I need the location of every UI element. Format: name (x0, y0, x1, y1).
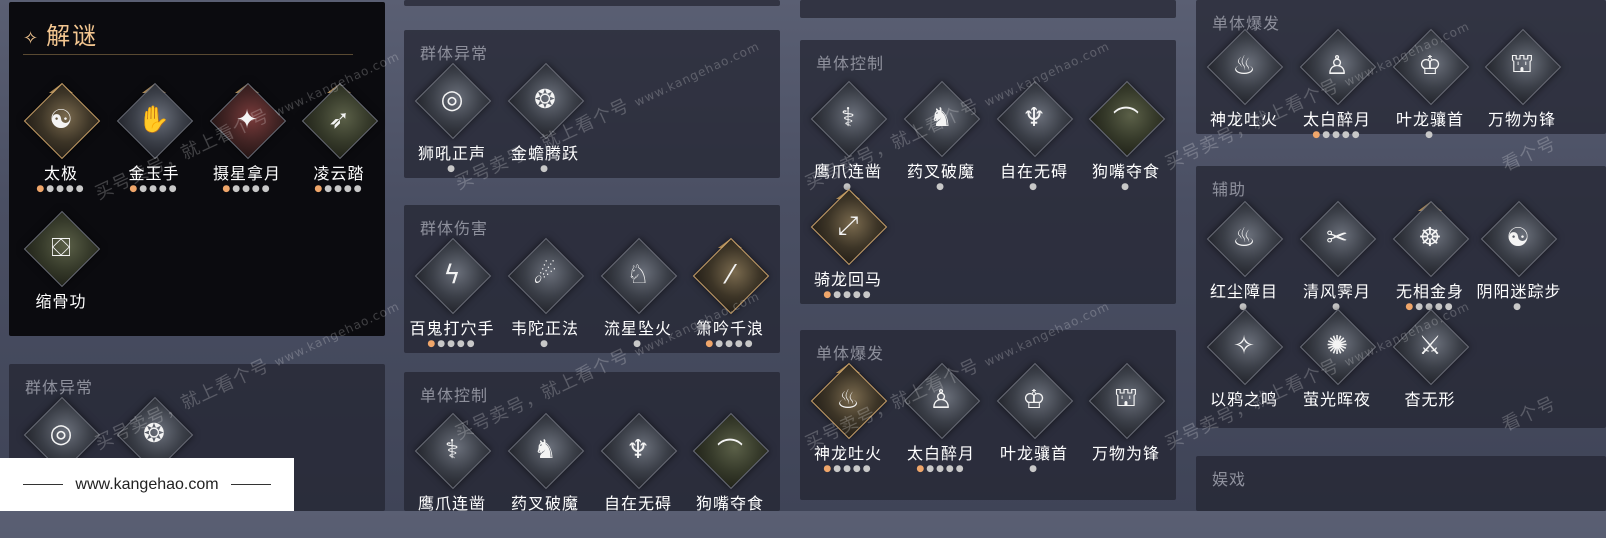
skill-jinchantengyue[interactable]: ❂ 金蟾腾跃 ● (497, 62, 593, 188)
skill-qilonghuima[interactable]: ⤢ 骑龙回马 ●●●●● (800, 188, 896, 314)
claw-skill-icon: ⚕ (444, 435, 460, 465)
skill-zizaiwuai[interactable]: ♆ 自在无碍 ● (986, 80, 1082, 206)
col4-entertainment-panel: 娱戏 (1196, 456, 1606, 511)
crow-skill-icon: ✧ (1233, 331, 1255, 361)
roar-skill-icon: ◎ (440, 85, 464, 115)
yinyang-skill-icon: ☯ (1506, 223, 1530, 253)
jinyushou-skill-icon: ✋ (137, 105, 171, 135)
taibai-skill-icon: ♙ (1325, 51, 1349, 81)
lingyunta-skill-icon: ➶ (328, 105, 350, 135)
divider-line (23, 484, 64, 485)
liuxing-skill-icon: ♘ (626, 260, 650, 290)
skill-yiyazhiming[interactable]: ✧ 以鸦之鸣 (1196, 308, 1292, 434)
firefly-skill-icon: ✺ (1326, 331, 1348, 361)
skill-zizai-partial[interactable]: ♆ 自在无碍 (590, 412, 686, 538)
col4-support-panel: 辅助 ♨ 红尘障目 ● ✂ 清风霁月 ● ☸ 无相金身 ●●●●● ☯ 阴阳迷踪… (1196, 166, 1606, 428)
goukou-skill-icon: ⌒ (716, 437, 743, 468)
skill-yaowuxing[interactable]: ⚔ 杳无形 (1382, 308, 1478, 434)
col3-top-strip (800, 0, 1176, 18)
col3-single-burst-panel: 单体爆发 ♨ 神龙吐火 ●●●●● ♙ 太白醉月 ●●●●● ♔ 叶龙骧首 ● … (800, 330, 1176, 500)
col2-group-abnormal-panel: 群体异常 ◎ 狮吼正声 ● ❂ 金蟾腾跃 ● (404, 30, 780, 178)
skill-yaochapomo[interactable]: ♞ 药叉破魔 ● (893, 80, 989, 206)
yaocha-skill-icon: ♞ (533, 435, 557, 465)
wanwu-skill-icon: ⛫ (1114, 383, 1138, 413)
taiji-skill-icon: ☯ (49, 105, 73, 135)
skill-taibaizuiyue-2[interactable]: ♙ 太白醉月 ●●●●● (1289, 28, 1385, 154)
yaocha-skill-icon: ♞ (929, 103, 953, 133)
roar-skill-icon: ◎ (49, 419, 73, 449)
taibai-skill-icon: ♙ (929, 385, 953, 415)
flute-skill-icon: ⁄ (727, 260, 733, 290)
skill-yelongxiangshou[interactable]: ♔ 叶龙骧首 ● (986, 362, 1082, 488)
skill-yingzhao-partial[interactable]: ⚕ 鹰爪连凿 (404, 412, 500, 538)
skill-yingguanghuiye[interactable]: ✺ 萤光晖夜 (1289, 308, 1385, 434)
skill-liuxing[interactable]: ♘ 流星坠火 ● (590, 237, 686, 363)
col2-top-strip (404, 0, 780, 6)
col4-single-burst-panel: 单体爆发 ♨ 神龙吐火 ♙ 太白醉月 ●●●●● ♔ 叶龙骧首 ● ⛫ 万物为锋 (1196, 0, 1606, 140)
divider-line (230, 484, 271, 485)
spear-skill-icon: ⤢ (837, 210, 859, 241)
col3-single-control-panel: 单体控制 ⚕ 鹰爪连凿 ● ♞ 药叉破魔 ● ♆ 自在无碍 ● ⌒ 狗嘴夺食 ●… (800, 40, 1176, 304)
wanwu-skill-icon: ⛫ (1510, 49, 1534, 79)
claw-skill-icon: ⚕ (840, 103, 856, 133)
skill-shihouzhengsheng[interactable]: ◎ 狮吼正声 ● (404, 62, 500, 188)
skill-jinyushou[interactable]: ✋ 金玉手 ●●●●● (106, 82, 202, 208)
skill-suogugong[interactable]: ⛋ 缩骨功 (13, 210, 109, 336)
qingfeng-skill-icon: ✂ (1326, 223, 1348, 253)
skill-goukou-partial[interactable]: ⌒ 狗嘴夺食 (682, 412, 778, 538)
skill-wanwuweifeng[interactable]: ⛫ 万物为锋 (1078, 362, 1174, 488)
title-divider (23, 54, 353, 55)
col2-group-damage-panel: 群体伤害 ϟ 百鬼打穴手 ●●●●● ☄ 韦陀正法 ● ♘ 流星坠火 ● ⁄ 箫… (404, 205, 780, 353)
skill-xiaoyin[interactable]: ⁄ 箫吟千浪 ●●●●● (682, 237, 778, 363)
hongchen-skill-icon: ♨ (1232, 223, 1256, 253)
suogugong-skill-icon: ⛋ (51, 232, 71, 263)
footer-url: www.kangehao.com (75, 475, 219, 493)
shexingnayue-skill-icon: ✦ (236, 105, 258, 135)
yelong-skill-icon: ♔ (1022, 385, 1046, 415)
skill-yelongxiangshou-2[interactable]: ♔ 叶龙骧首 ● (1382, 28, 1478, 154)
skill-shenlongtuhuo-2[interactable]: ♨ 神龙吐火 (1196, 28, 1292, 154)
zizai-skill-icon: ♆ (626, 435, 650, 465)
footer-url-banner: www.kangehao.com (0, 458, 294, 511)
baigui-skill-icon: ϟ (443, 260, 461, 290)
skill-weituo[interactable]: ☄ 韦陀正法 ● (497, 237, 593, 363)
yelong-skill-icon: ♔ (1418, 51, 1442, 81)
skill-shenlongtuhuo[interactable]: ♨ 神龙吐火 ●●●●● (800, 362, 896, 488)
toad-skill-icon: ❂ (534, 85, 556, 115)
dragon-fire-skill-icon: ♨ (836, 385, 860, 415)
col2-single-control-panel: 单体控制 ⚕ 鹰爪连凿 ♞ 药叉破魔 ♆ 自在无碍 ⌒ 狗嘴夺食 (404, 372, 780, 513)
toad-skill-icon: ❂ (143, 419, 165, 449)
skill-taiji[interactable]: ☯ 太极 ●●●●● (13, 82, 109, 208)
goukou-skill-icon: ⌒ (1112, 105, 1139, 136)
yaowuxing-skill-icon: ⚔ (1418, 331, 1442, 361)
skill-baigui[interactable]: ϟ 百鬼打穴手 ●●●●● (404, 237, 500, 363)
dragon-fire-skill-icon: ♨ (1232, 51, 1256, 81)
skill-yinyangmizongbu[interactable]: ☯ 阴阳迷踪步 ● (1470, 200, 1566, 326)
skill-yaocha-partial[interactable]: ♞ 药叉破魔 (497, 412, 593, 538)
puzzle-title: ✧ 解谜 (23, 22, 99, 50)
puzzle-panel: ✧ 解谜 ☯ 太极 ●●●●● ✋ 金玉手 ●●●●● ✦ 摄星拿月 ●●●●● … (9, 2, 385, 336)
skill-wanwuweifeng-2[interactable]: ⛫ 万物为锋 (1474, 28, 1570, 154)
wuxiang-skill-icon: ☸ (1418, 223, 1442, 253)
skill-goukouduoshi[interactable]: ⌒ 狗嘴夺食 ● (1078, 80, 1174, 206)
weituo-skill-icon: ☄ (533, 260, 557, 290)
skill-shexingnayue[interactable]: ✦ 摄星拿月 ●●●●● (199, 82, 295, 208)
star-icon: ✧ (23, 28, 41, 49)
zizai-skill-icon: ♆ (1022, 103, 1046, 133)
skill-lingyunta[interactable]: ➶ 凌云踏 ●●●●● (291, 82, 387, 208)
skill-taibaizuiyue[interactable]: ♙ 太白醉月 ●●●●● (893, 362, 989, 488)
